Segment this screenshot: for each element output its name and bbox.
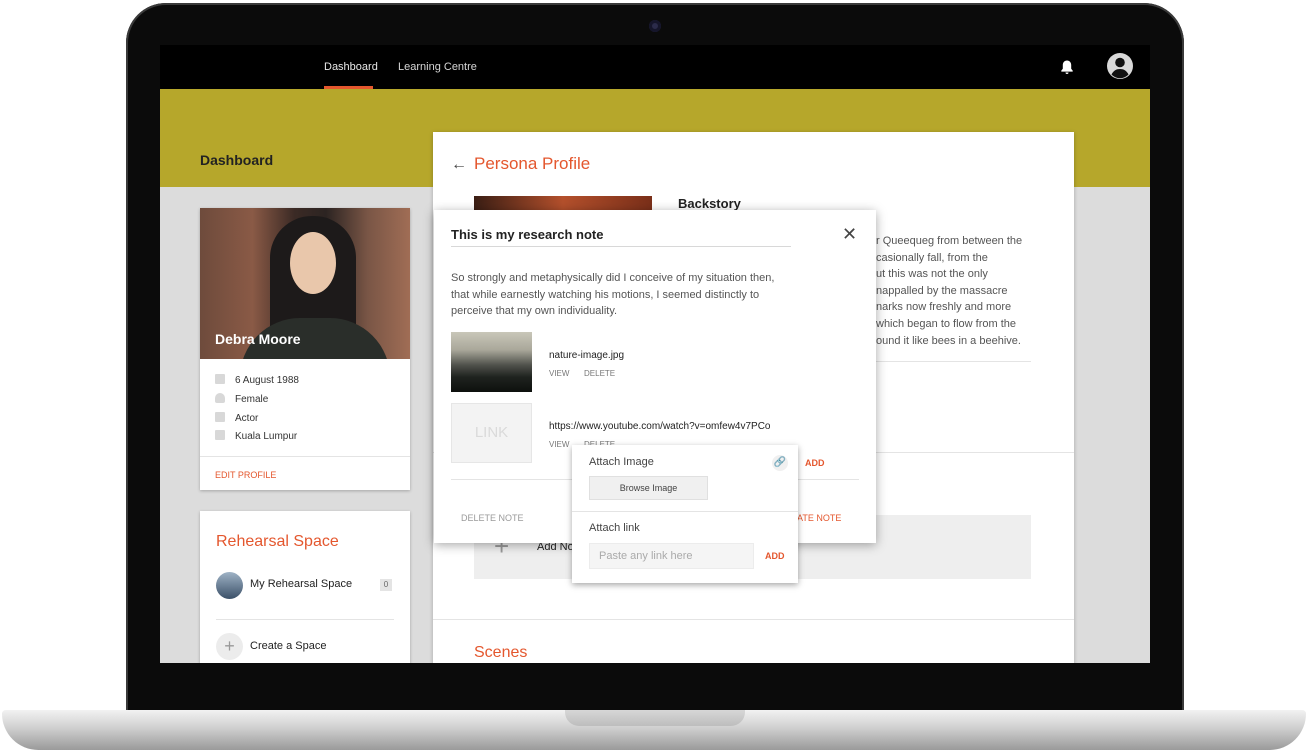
link-input[interactable] xyxy=(589,543,754,569)
attach-link-label: Attach link xyxy=(589,522,640,534)
rehearsal-space-card: Rehearsal Space My Rehearsal Space 0 + C… xyxy=(200,511,410,663)
briefcase-icon xyxy=(215,412,225,422)
rehearsal-space-thumbnail xyxy=(216,572,243,599)
edit-profile-link[interactable]: EDIT PROFILE xyxy=(215,470,276,480)
attachment-image-name: nature-image.jpg xyxy=(549,350,625,361)
top-navigation-bar: Dashboard Learning Centre xyxy=(160,45,1150,89)
attachment-link-view-button[interactable]: VIEW xyxy=(549,440,569,449)
rehearsal-space-count-badge: 0 xyxy=(380,579,392,591)
back-arrow-icon[interactable]: ← xyxy=(451,156,467,174)
profile-gender-text: Female xyxy=(235,394,269,405)
laptop-notch xyxy=(565,710,745,726)
note-title-underline xyxy=(451,246,791,247)
persona-title: Persona Profile xyxy=(474,154,591,173)
section-divider xyxy=(433,619,1074,620)
add-image-button[interactable]: ADD xyxy=(805,458,825,468)
rehearsal-space-item[interactable]: My Rehearsal Space xyxy=(250,578,352,590)
profile-divider xyxy=(200,456,410,457)
attachment-link-thumbnail[interactable]: LINK xyxy=(451,403,532,463)
link-icon[interactable]: 🔗 xyxy=(772,455,788,471)
create-note-button[interactable]: EATE NOTE xyxy=(791,513,841,523)
laptop-camera xyxy=(649,20,661,32)
attachment-image-view-button[interactable]: VIEW xyxy=(549,369,569,378)
attachment-image-thumbnail[interactable] xyxy=(451,332,532,392)
user-account-icon[interactable] xyxy=(1106,52,1134,80)
profile-gender: Female xyxy=(215,393,268,405)
app-screen: Dashboard Learning Centre Dashboard Debr… xyxy=(160,45,1150,663)
rehearsal-divider xyxy=(216,619,394,620)
popup-divider xyxy=(572,511,798,512)
attachment-link-url[interactable]: https://www.youtube.com/watch?v=omfew4v7… xyxy=(549,421,771,432)
nav-tab-learning-centre[interactable]: Learning Centre xyxy=(398,61,477,73)
create-space-button[interactable]: Create a Space xyxy=(250,640,326,652)
bell-icon[interactable] xyxy=(1060,59,1074,75)
rehearsal-space-title: Rehearsal Space xyxy=(216,533,339,550)
page-title: Dashboard xyxy=(200,152,274,168)
profile-location: Kuala Lumpur xyxy=(215,430,297,442)
browse-image-button[interactable]: Browse Image xyxy=(589,476,708,500)
backstory-title: Backstory xyxy=(678,196,741,211)
profile-occupation: Actor xyxy=(215,412,258,424)
scenes-title: Scenes xyxy=(474,644,528,661)
location-icon xyxy=(215,430,225,440)
nav-tab-dashboard[interactable]: Dashboard xyxy=(324,61,378,73)
profile-photo: Debra Moore xyxy=(200,208,410,359)
profile-occupation-text: Actor xyxy=(235,413,259,424)
profile-location-text: Kuala Lumpur xyxy=(235,431,298,442)
attach-image-label: Attach Image xyxy=(589,456,654,468)
add-link-button[interactable]: ADD xyxy=(765,551,785,561)
profile-name: Debra Moore xyxy=(215,331,301,347)
profile-card: Debra Moore 6 August 1988 Female Actor K… xyxy=(200,208,410,490)
attach-popup: Attach Image 🔗 Browse Image Attach link … xyxy=(572,445,798,583)
calendar-icon xyxy=(215,374,225,384)
plus-icon[interactable]: + xyxy=(216,633,243,660)
note-body[interactable]: So strongly and metaphysically did I con… xyxy=(451,270,781,320)
person-icon xyxy=(215,393,225,403)
profile-birthdate: 6 August 1988 xyxy=(215,374,299,386)
profile-birthdate-text: 6 August 1988 xyxy=(235,375,299,386)
note-title[interactable]: This is my research note xyxy=(451,227,603,242)
close-icon[interactable]: ✕ xyxy=(842,225,857,243)
delete-note-button[interactable]: DELETE NOTE xyxy=(461,513,524,523)
attachment-image-delete-button[interactable]: DELETE xyxy=(584,369,615,378)
